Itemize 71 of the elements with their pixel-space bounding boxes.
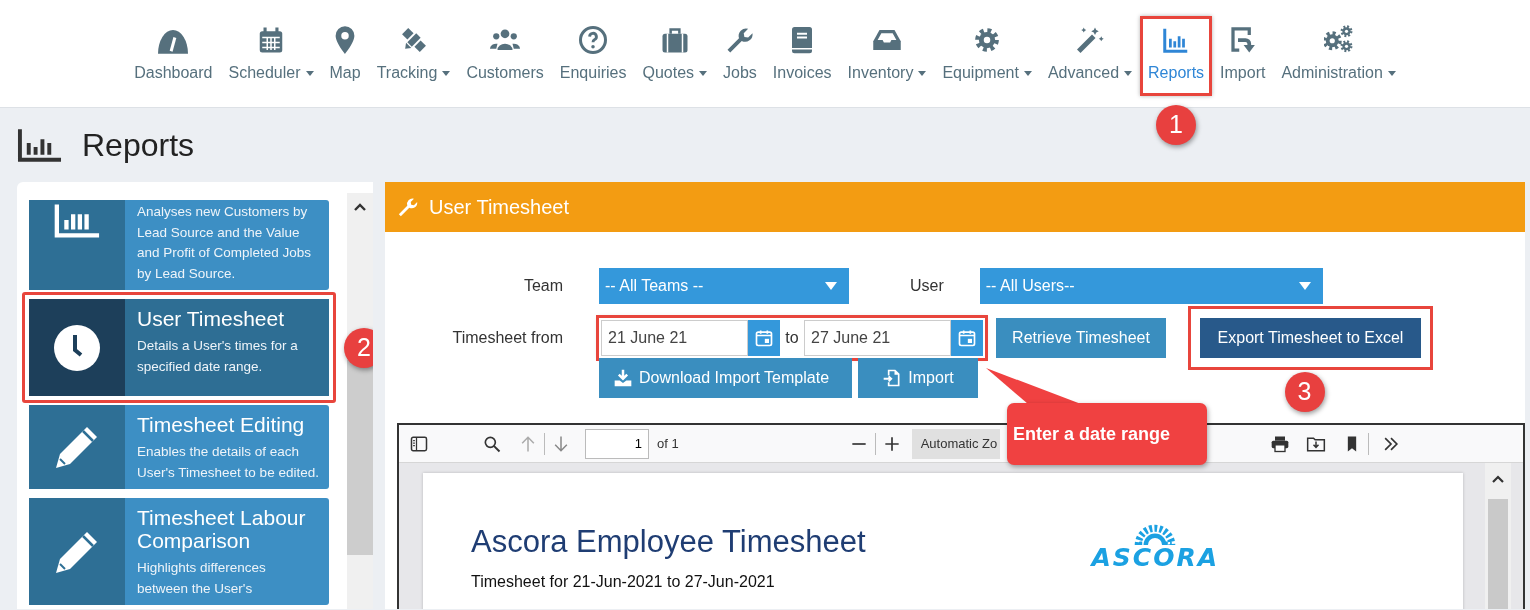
report-description: Details a User's times for a specified date range.: [137, 337, 299, 376]
caret-icon: [1023, 70, 1032, 76]
caret-icon: [1387, 70, 1396, 76]
report-title: User Timesheet: [137, 307, 286, 331]
caret-icon: [305, 70, 314, 76]
team-select[interactable]: -- All Teams --: [599, 268, 849, 304]
calendar-icon: [754, 328, 774, 348]
nav-item[interactable]: Advanced: [1039, 16, 1141, 96]
nav-item[interactable]: Tracking: [368, 16, 459, 96]
nav-item[interactable]: Quotes: [634, 16, 716, 96]
field-label: Team: [522, 276, 563, 296]
scrollbar[interactable]: [347, 193, 373, 609]
export-button[interactable]: Export Timesheet to Excel: [1188, 306, 1433, 370]
file-import-icon: [882, 368, 903, 388]
report-description: Analyses new Customers by Lead Source and the Value and Profit of Completed Jobs by Lead Source.: [137, 203, 313, 283]
nav-item[interactable]: Customers: [458, 16, 552, 96]
caret-icon: [699, 70, 708, 76]
report-title: Timesheet Labour Comparison: [137, 506, 307, 553]
wrench-icon: [397, 196, 419, 218]
number-badge: 3: [1284, 372, 1325, 412]
magic-wand-icon: [1074, 25, 1105, 55]
gears-icon: [1323, 25, 1354, 55]
download-button[interactable]: Download Import Template: [599, 358, 852, 398]
nav-item[interactable]: Import: [1212, 16, 1274, 96]
document-title: Ascora Employee Timesheet: [471, 523, 866, 561]
panel-title: User Timesheet: [429, 195, 570, 220]
clock-icon: [53, 323, 101, 372]
nav-item[interactable]: Jobs: [715, 16, 765, 96]
field-label: to: [784, 328, 800, 348]
download-icon: [613, 368, 633, 388]
page-count: of 1: [657, 434, 679, 453]
field-label: Timesheet from: [451, 328, 563, 348]
report-description: Enables the details of each User's Timesheet to be edited.: [137, 443, 319, 482]
caret-icon: [442, 70, 451, 76]
caret-icon: [1124, 70, 1133, 76]
nav-item[interactable]: Enquiries: [551, 16, 635, 96]
field-label: User: [910, 276, 944, 296]
scrollbar-thumb[interactable]: [347, 360, 373, 555]
question-circle-icon: [578, 25, 609, 55]
nav-item[interactable]: Invoices: [764, 16, 840, 96]
nav-item[interactable]: Scheduler: [220, 16, 322, 96]
number-badge: 1: [1156, 105, 1197, 145]
page-title: Reports: [82, 125, 195, 165]
chevron-up-icon[interactable]: [353, 202, 367, 212]
date-field[interactable]: 27 June 21: [804, 320, 951, 356]
report-card[interactable]: Timesheet Labour Comparison Highlights differences between the User's: [29, 498, 329, 606]
dropdown-arrow-icon: [825, 282, 837, 290]
nav-item[interactable]: Administration: [1273, 16, 1404, 96]
nav-item[interactable]: Dashboard: [126, 16, 221, 96]
document-subtitle: Timesheet for 21-Jun-2021 to 27-Jun-2021: [471, 572, 776, 593]
logo: ASCORA: [1091, 545, 1219, 570]
user-select[interactable]: -- All Users--: [979, 268, 1323, 304]
retrieve-button[interactable]: Retrieve Timesheet: [996, 318, 1166, 358]
calendar-button[interactable]: [748, 320, 780, 356]
date-field[interactable]: 21 June 21: [601, 320, 748, 356]
zoom-select[interactable]: Automatic Zo: [911, 428, 1001, 459]
caret-icon: [918, 70, 927, 76]
nav-item[interactable]: Equipment: [934, 16, 1040, 96]
number-badge: 2: [344, 327, 373, 368]
report-card[interactable]: Analyses new Customers by Lead Source and the Value and Profit of Completed Jobs by Lead Source.: [29, 200, 329, 290]
import-button[interactable]: Import: [858, 358, 978, 398]
dropdown-arrow-icon: [1298, 282, 1311, 290]
report-card[interactable]: Timesheet Editing Enables the details of each User's Timesheet to be edited.: [29, 405, 329, 490]
nav-item[interactable]: Inventory: [839, 16, 935, 96]
calendar-icon: [957, 328, 977, 348]
report-description: Highlights differences between the User's: [137, 559, 267, 598]
report-title: Timesheet Editing: [137, 413, 306, 437]
nav-item[interactable]: Map: [321, 16, 369, 96]
calendar-button[interactable]: [951, 320, 983, 356]
bar-chart-icon: [17, 127, 62, 163]
page-number-field[interactable]: 1: [585, 428, 649, 459]
